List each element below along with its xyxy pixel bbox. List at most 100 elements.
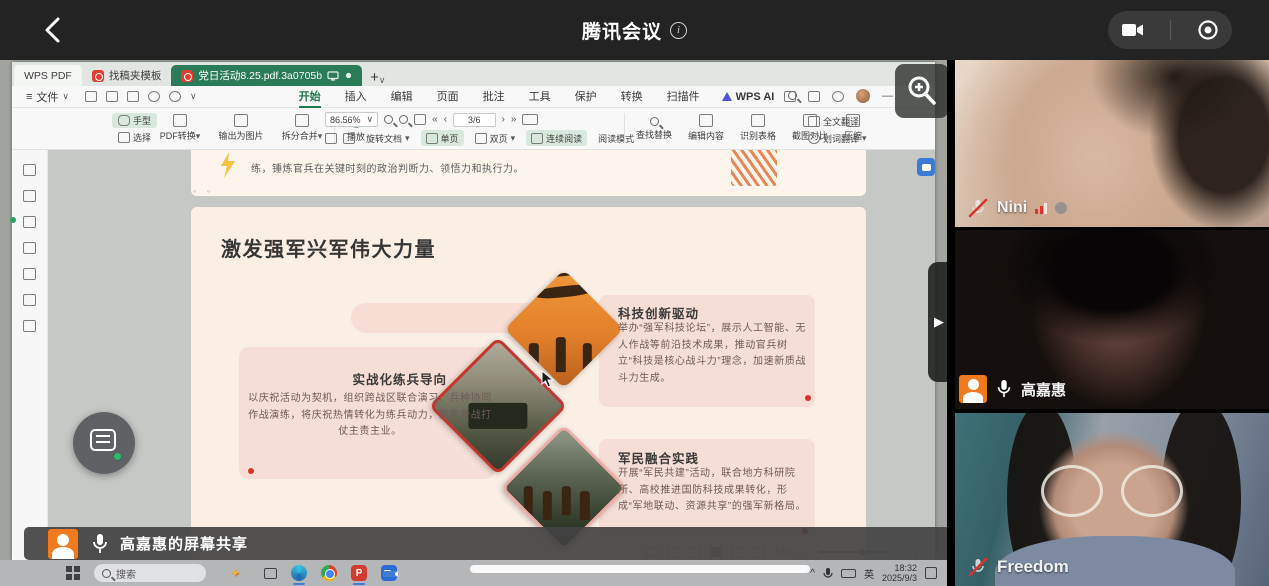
recognize-table-button[interactable]: 识别表格 — [735, 114, 781, 142]
tab-page[interactable]: 页面 — [425, 86, 471, 107]
tab-home[interactable]: 开始 — [287, 86, 333, 107]
hand-tool-button[interactable]: 手型 — [112, 113, 157, 128]
tab-scan[interactable]: 扫描件 — [655, 86, 712, 107]
outline-icon[interactable] — [23, 216, 36, 228]
layers-icon[interactable] — [23, 320, 36, 332]
wps-ai-icon — [722, 92, 732, 101]
thumbnail-panel-icon[interactable] — [23, 164, 36, 176]
word-translate-button[interactable]: 划词翻译 ▾ — [802, 131, 873, 146]
continuous-toggle[interactable]: 连续阅读 — [526, 130, 587, 146]
tencent-meeting-icon[interactable] — [381, 565, 397, 581]
select-tool-button[interactable]: 选择 — [112, 130, 157, 145]
tab-template[interactable]: 找稿夹模板 — [82, 65, 172, 86]
back-icon[interactable] — [38, 14, 70, 46]
quickbar-chevron-icon[interactable]: ∨ — [190, 91, 197, 102]
screen: 腾讯会议 i WPS PDF — [0, 0, 1269, 586]
video-tile-nini[interactable]: Nini — [955, 60, 1269, 227]
single-page-toggle[interactable]: 单页 — [421, 130, 464, 146]
ime-indicator[interactable]: 英 — [864, 566, 874, 581]
open-icon[interactable] — [85, 91, 97, 102]
tab-wps-pdf[interactable]: WPS PDF — [14, 65, 82, 86]
zoom-select[interactable]: 86.56% ∨ — [325, 112, 378, 127]
account-avatar[interactable] — [856, 89, 870, 103]
undo-icon[interactable] — [148, 91, 160, 102]
last-page-button[interactable]: » — [511, 114, 517, 125]
edge-icon[interactable] — [291, 565, 307, 581]
to-image-button[interactable]: 输出为图片 — [212, 114, 270, 142]
redo-icon[interactable] — [169, 91, 181, 102]
single-page-label: 单页 — [441, 132, 459, 145]
wps-ai-button[interactable]: WPS AI — [722, 91, 775, 103]
windows-start-button[interactable] — [66, 566, 80, 580]
tab-comment[interactable]: 批注 — [471, 86, 517, 107]
panel-expand-handle[interactable]: ▶ — [928, 262, 947, 382]
save-icon[interactable] — [106, 91, 118, 102]
annotate-pen-icon[interactable] — [23, 294, 36, 306]
info-icon[interactable]: i — [670, 22, 687, 39]
attachment-icon[interactable] — [23, 268, 36, 280]
soldier-silhouette — [524, 485, 533, 515]
share-magnifier-button[interactable] — [895, 64, 947, 118]
restore-icon[interactable] — [808, 91, 820, 102]
task-view-icon[interactable] — [264, 568, 277, 579]
tab-protect[interactable]: 保护 — [563, 86, 609, 107]
tab-document-active[interactable]: 党日活动8.25.pdf.3a0705b — [171, 65, 362, 86]
bookmark-icon[interactable] — [23, 190, 36, 202]
tab-insert[interactable]: 插入 — [333, 86, 379, 107]
controls-divider — [1170, 20, 1171, 40]
tray-expand-icon[interactable]: ^ — [810, 568, 815, 579]
notification-center-icon[interactable] — [925, 567, 937, 579]
actual-size-icon[interactable] — [325, 133, 337, 144]
video-tile-freedom[interactable]: Freedom — [955, 413, 1269, 586]
message-badge[interactable] — [917, 158, 935, 176]
comment-panel-icon[interactable] — [23, 242, 36, 254]
shared-screen: WPS PDF 找稿夹模板 党日活动8.25.pdf.3a0705b + ∨ — [0, 60, 947, 586]
share-doc-icon[interactable] — [784, 91, 796, 102]
new-tab-button[interactable]: + — [370, 69, 379, 86]
page-indicator-input[interactable]: 3/6 — [453, 113, 496, 127]
next-page-button[interactable]: › — [502, 114, 505, 125]
camera-icon[interactable] — [1121, 21, 1145, 39]
rotate-caret-icon: ▾ — [405, 133, 410, 144]
file-menu-button[interactable]: ≡ 文件 ∨ — [26, 89, 69, 105]
document-canvas[interactable]: 练，锤炼官兵在关键时刻的政治判断力、领悟力和执行力。 ◦ ◦ 激发强军兴军伟大力… — [48, 150, 935, 560]
fit-width-icon[interactable] — [343, 133, 355, 144]
share-scrollbar[interactable] — [470, 565, 810, 573]
record-icon[interactable] — [1197, 19, 1219, 41]
fit-page-icon[interactable] — [414, 114, 426, 125]
wps-app-icon[interactable]: P — [351, 565, 367, 581]
double-page-toggle[interactable]: 双页 ▾ — [470, 130, 521, 146]
chrome-icon[interactable] — [321, 565, 337, 581]
video-tile-gaojiahui[interactable]: 高嘉惠 — [955, 230, 1269, 409]
split-merge-caret-icon: ▾ — [318, 131, 323, 141]
full-translate-button[interactable]: 全文翻译 — [802, 114, 865, 129]
taskbar-search-input[interactable]: 搜索 — [94, 564, 206, 582]
tab-convert[interactable]: 转换 — [609, 86, 655, 107]
battery-icon[interactable] — [841, 569, 856, 578]
pdf-convert-button[interactable]: PDF转换▾ — [154, 114, 206, 142]
first-page-button[interactable]: « — [432, 114, 438, 125]
tab-edit[interactable]: 编辑 — [379, 86, 425, 107]
block-title-fusion: 军民融合实践 — [618, 448, 699, 467]
minimize-icon[interactable]: — — [882, 90, 893, 102]
print-icon[interactable] — [127, 91, 139, 102]
copilot-sparkle-icon[interactable]: ✦ — [230, 566, 240, 580]
tab-tools[interactable]: 工具 — [517, 86, 563, 107]
floating-assistant-button[interactable] — [73, 412, 135, 474]
expand-arrow-icon: ▶ — [934, 314, 944, 330]
rotate-doc-button[interactable]: 旋转文档 ▾ — [361, 130, 415, 146]
slide-anchor-dots: ◦ ◦ — [193, 186, 214, 196]
tab-list-chevron-icon[interactable]: ∨ — [379, 75, 386, 86]
taskbar-clock[interactable]: 18:32 2025/9/3 — [882, 563, 917, 583]
zoom-out-icon[interactable] — [384, 115, 393, 124]
find-replace-button[interactable]: 查找替换 — [631, 115, 677, 141]
split-merge-button[interactable]: 拆分合并▾ — [276, 114, 328, 142]
zoom-in-icon[interactable] — [399, 115, 408, 124]
edit-content-button[interactable]: 编辑内容 — [683, 114, 729, 142]
book-icon[interactable] — [522, 114, 538, 125]
double-page-icon — [475, 133, 487, 144]
tray-mic-icon[interactable] — [823, 567, 833, 580]
settings-icon[interactable] — [832, 91, 844, 102]
prev-page-button[interactable]: ‹ — [444, 114, 447, 125]
sharer-avatar — [48, 529, 78, 559]
